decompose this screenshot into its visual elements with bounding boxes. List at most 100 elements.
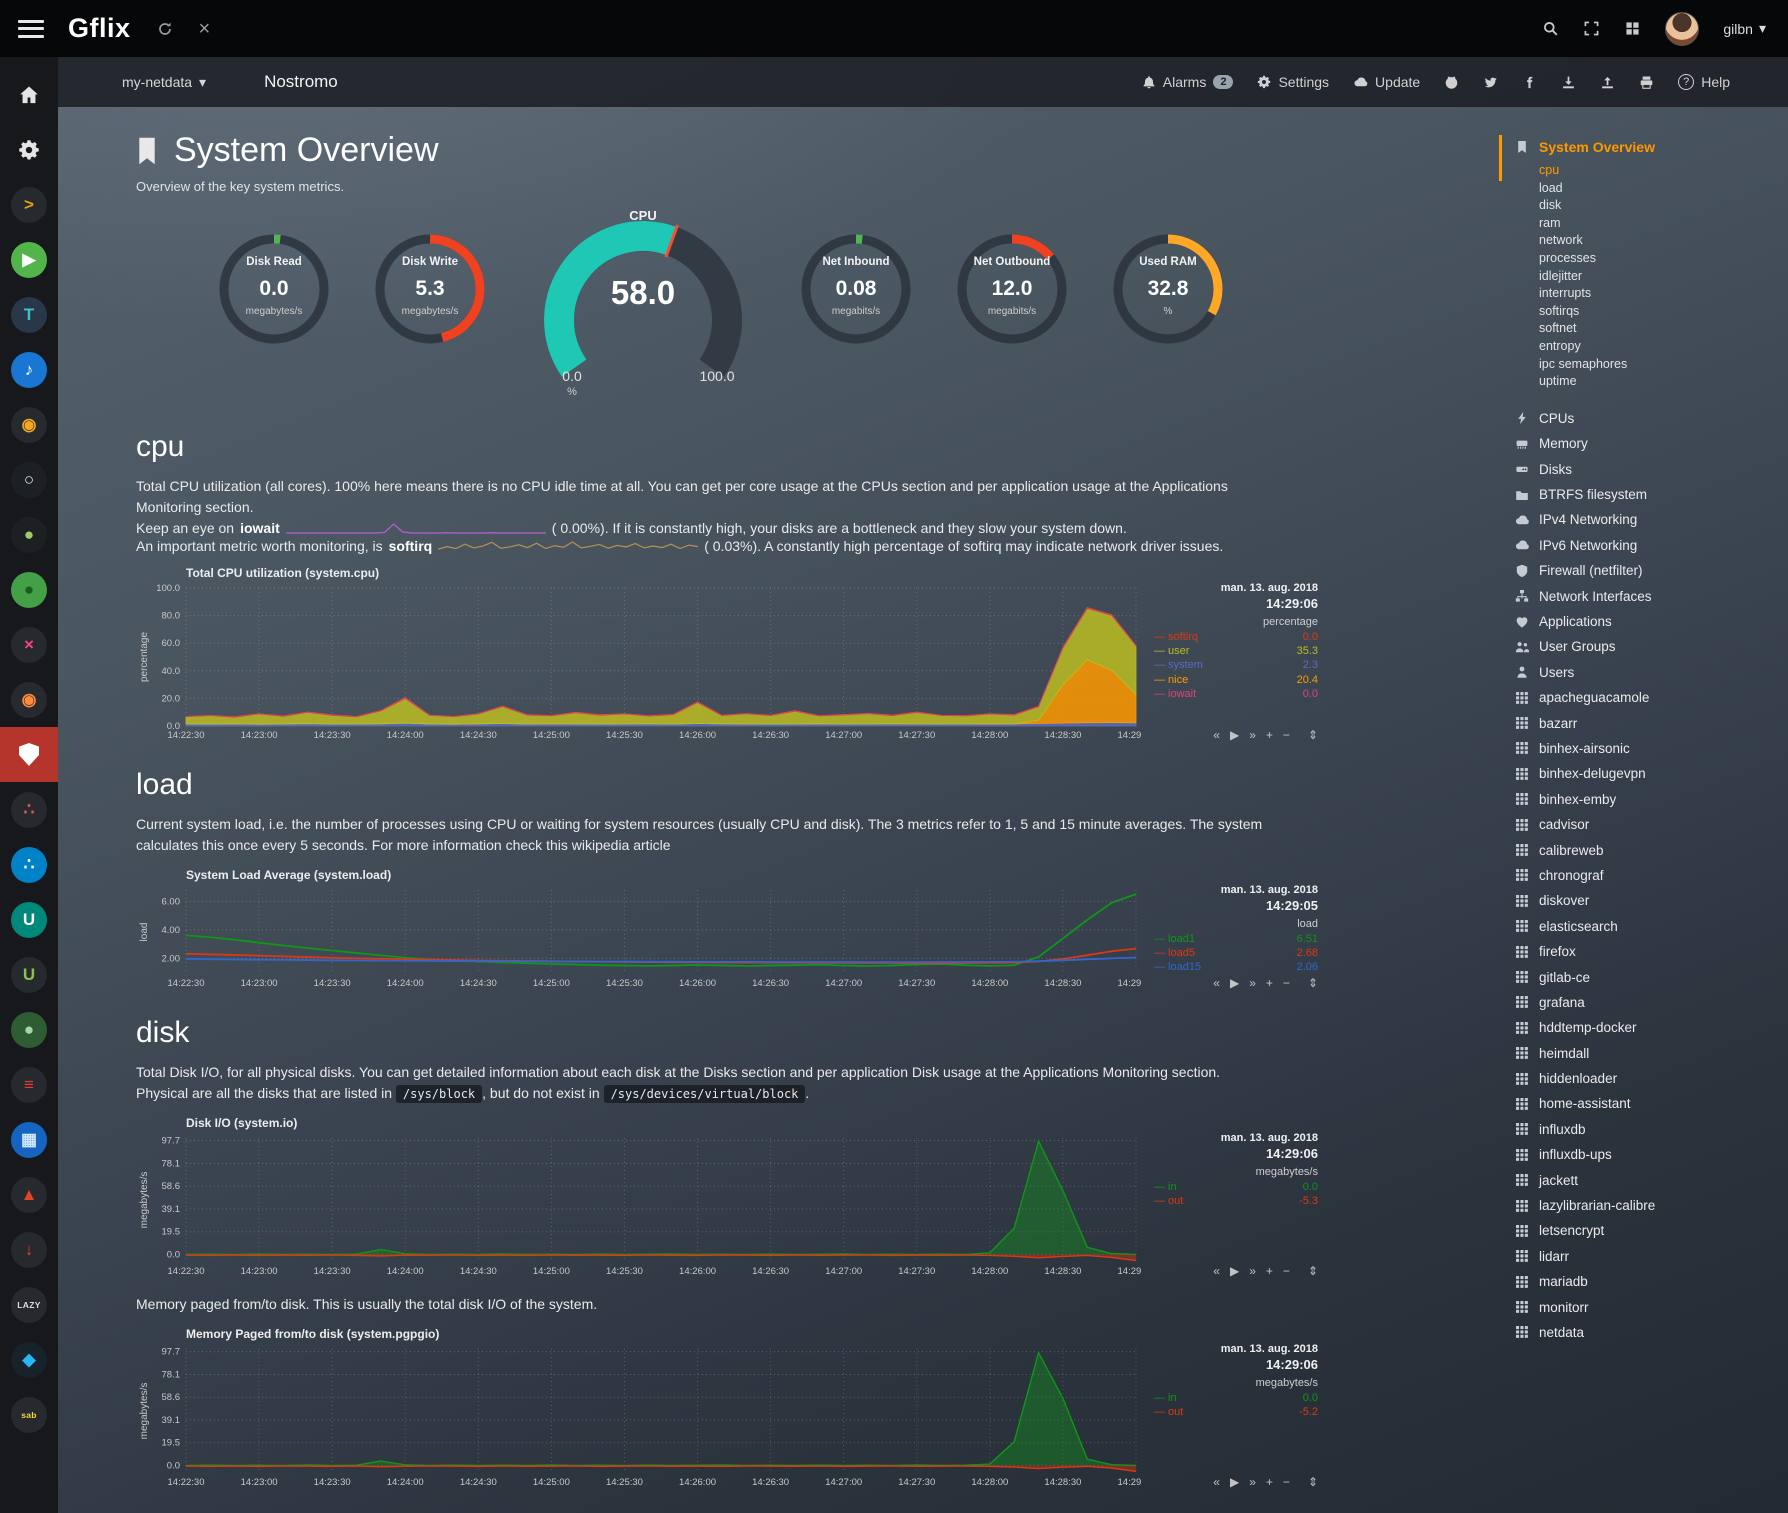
iowait-sparkline[interactable]: [286, 521, 546, 535]
menu-item-disk[interactable]: disk: [1539, 198, 1780, 216]
menu-app-jackett[interactable]: jackett: [1514, 1167, 1780, 1192]
facebook-button[interactable]: [1522, 75, 1537, 90]
menu-section-user-groups[interactable]: User Groups: [1514, 634, 1780, 659]
menu-section-system-overview[interactable]: System Overview: [1514, 135, 1780, 159]
chart-zoom-out-button[interactable]: −: [1283, 728, 1290, 742]
softirq-sparkline[interactable]: [438, 539, 698, 553]
export-snapshot-button[interactable]: [1561, 75, 1576, 90]
app-icon-unifi[interactable]: U: [0, 947, 58, 1002]
menu-app-lidarr[interactable]: lidarr: [1514, 1244, 1780, 1269]
chart-pan-forward-button[interactable]: »: [1249, 976, 1256, 990]
menu-item-ipc-semaphores[interactable]: ipc semaphores: [1539, 357, 1780, 375]
app-icon-ubooquity[interactable]: U: [0, 892, 58, 947]
app-icon-couchpotato[interactable]: ×: [0, 617, 58, 672]
legend-item-load15[interactable]: — load152.06: [1154, 960, 1318, 974]
menu-item-softnet[interactable]: softnet: [1539, 321, 1780, 339]
legend-item-out[interactable]: — out-5.3: [1154, 1194, 1318, 1208]
wikipedia-link[interactable]: wikipedia article: [572, 837, 671, 853]
menu-section-ipv4-networking[interactable]: IPv4 Networking: [1514, 507, 1780, 532]
menu-item-entropy[interactable]: entropy: [1539, 339, 1780, 357]
gauge-net-outbound[interactable]: Net Outbound12.0megabits/s: [953, 230, 1071, 360]
legend-item-in[interactable]: — in0.0: [1154, 1391, 1318, 1405]
chart-play-button[interactable]: ▶: [1230, 1264, 1239, 1278]
legend-item-user[interactable]: — user35.3: [1154, 644, 1318, 658]
menu-app-binhex-delugevpn[interactable]: binhex-delugevpn: [1514, 761, 1780, 786]
app-icon-duplicati[interactable]: ●: [0, 1002, 58, 1057]
legend-item-out[interactable]: — out-5.2: [1154, 1405, 1318, 1419]
app-icon-settings[interactable]: [0, 122, 58, 177]
menu-app-netdata[interactable]: netdata: [1514, 1320, 1780, 1345]
gauge-net-inbound[interactable]: Net Inbound0.08megabits/s: [797, 230, 915, 360]
menu-section-cpus[interactable]: CPUs: [1514, 406, 1780, 431]
menu-app-binhex-airsonic[interactable]: binhex-airsonic: [1514, 736, 1780, 761]
gauge-used-ram[interactable]: Used RAM32.8%: [1109, 230, 1227, 360]
app-icon-emby[interactable]: ▶: [0, 232, 58, 287]
gauge-disk-write[interactable]: Disk Write5.3megabytes/s: [371, 230, 489, 360]
menu-item-interrupts[interactable]: interrupts: [1539, 286, 1780, 304]
menu-section-users[interactable]: Users: [1514, 660, 1780, 685]
app-icon-jackett[interactable]: ◉: [0, 397, 58, 452]
chart-pan-forward-button[interactable]: »: [1249, 728, 1256, 742]
menu-app-bazarr[interactable]: bazarr: [1514, 710, 1780, 735]
chart-zoom-in-button[interactable]: +: [1266, 1475, 1273, 1489]
chart-plot-load[interactable]: load2.004.006.0014:22:3014:23:0014:23:30…: [136, 884, 1142, 990]
host-selector[interactable]: my-netdata ▾: [122, 74, 206, 91]
menu-section-network-interfaces[interactable]: Network Interfaces: [1514, 583, 1780, 608]
app-icon-resilio[interactable]: ↓: [0, 1222, 58, 1277]
chart-play-button[interactable]: ▶: [1230, 976, 1239, 990]
update-button[interactable]: Update: [1353, 74, 1420, 90]
chart-plot-cpu[interactable]: percentage0.020.040.060.080.0100.014:22:…: [136, 582, 1142, 742]
app-icon-plex[interactable]: >: [0, 177, 58, 232]
menu-app-grafana[interactable]: grafana: [1514, 990, 1780, 1015]
app-icon-monitorr[interactable]: ≡: [0, 1057, 58, 1112]
menu-item-processes[interactable]: processes: [1539, 251, 1780, 269]
chart-pan-forward-button[interactable]: »: [1249, 1264, 1256, 1278]
hostname-link[interactable]: Nostromo: [264, 72, 338, 92]
gauge-disk-read[interactable]: Disk Read0.0megabytes/s: [215, 230, 333, 360]
chart-resize-handle[interactable]: ⇕: [1308, 1264, 1318, 1278]
app-icon-sonarr[interactable]: ●: [0, 507, 58, 562]
app-icon-grafana[interactable]: ∴: [0, 782, 58, 837]
app-icon-heimdall[interactable]: ▦: [0, 1112, 58, 1167]
menu-app-letsencrypt[interactable]: letsencrypt: [1514, 1218, 1780, 1243]
chart-zoom-out-button[interactable]: −: [1283, 1264, 1290, 1278]
menu-section-applications[interactable]: Applications: [1514, 609, 1780, 634]
user-menu[interactable]: gilbn ▾: [1723, 20, 1766, 37]
app-icon-sabnzbd[interactable]: sab: [0, 1387, 58, 1442]
menu-app-home-assistant[interactable]: home-assistant: [1514, 1091, 1780, 1116]
chart-zoom-in-button[interactable]: +: [1266, 728, 1273, 742]
menu-app-binhex-emby[interactable]: binhex-emby: [1514, 787, 1780, 812]
menu-app-lazylibrarian-calibre[interactable]: lazylibrarian-calibre: [1514, 1193, 1780, 1218]
menu-app-apacheguacamole[interactable]: apacheguacamole: [1514, 685, 1780, 710]
chart-pan-backward-button[interactable]: «: [1213, 1475, 1220, 1489]
legend-item-load1[interactable]: — load16.51: [1154, 932, 1318, 946]
chart-play-button[interactable]: ▶: [1230, 1475, 1239, 1489]
close-tab-icon[interactable]: ×: [199, 19, 211, 39]
menu-section-btrfs-filesystem[interactable]: BTRFS filesystem: [1514, 482, 1780, 507]
menu-section-ipv6-networking[interactable]: IPv6 Networking: [1514, 533, 1780, 558]
menu-section-disks[interactable]: Disks: [1514, 457, 1780, 482]
hamburger-menu-icon[interactable]: [18, 20, 44, 38]
app-icon-netdata[interactable]: [0, 727, 58, 782]
app-icon-gitlab[interactable]: ▲: [0, 1167, 58, 1222]
app-icon-radarr[interactable]: ○: [0, 452, 58, 507]
menu-item-ram[interactable]: ram: [1539, 216, 1780, 234]
chart-pan-backward-button[interactable]: «: [1213, 728, 1220, 742]
app-icon-deluge[interactable]: ●: [0, 562, 58, 617]
menu-app-monitorr[interactable]: monitorr: [1514, 1294, 1780, 1319]
menu-item-idlejitter[interactable]: idlejitter: [1539, 269, 1780, 287]
chart-plot-pgpgio[interactable]: megabytes/s0.019.539.158.678.197.714:22:…: [136, 1343, 1142, 1489]
app-icon-home[interactable]: [0, 67, 58, 122]
chart-zoom-in-button[interactable]: +: [1266, 976, 1273, 990]
menu-app-cadvisor[interactable]: cadvisor: [1514, 812, 1780, 837]
menu-app-influxdb[interactable]: influxdb: [1514, 1117, 1780, 1142]
chart-resize-handle[interactable]: ⇕: [1308, 728, 1318, 742]
app-icon-nextcloud[interactable]: ∴: [0, 837, 58, 892]
menu-app-elasticsearch[interactable]: elasticsearch: [1514, 914, 1780, 939]
fullscreen-icon[interactable]: [1583, 20, 1600, 37]
chart-plot-io[interactable]: megabytes/s0.019.539.158.678.197.714:22:…: [136, 1132, 1142, 1278]
user-avatar[interactable]: [1665, 12, 1699, 46]
menu-item-cpu[interactable]: cpu: [1539, 163, 1780, 181]
menu-app-calibreweb[interactable]: calibreweb: [1514, 837, 1780, 862]
alarms-button[interactable]: Alarms 2: [1142, 74, 1234, 90]
